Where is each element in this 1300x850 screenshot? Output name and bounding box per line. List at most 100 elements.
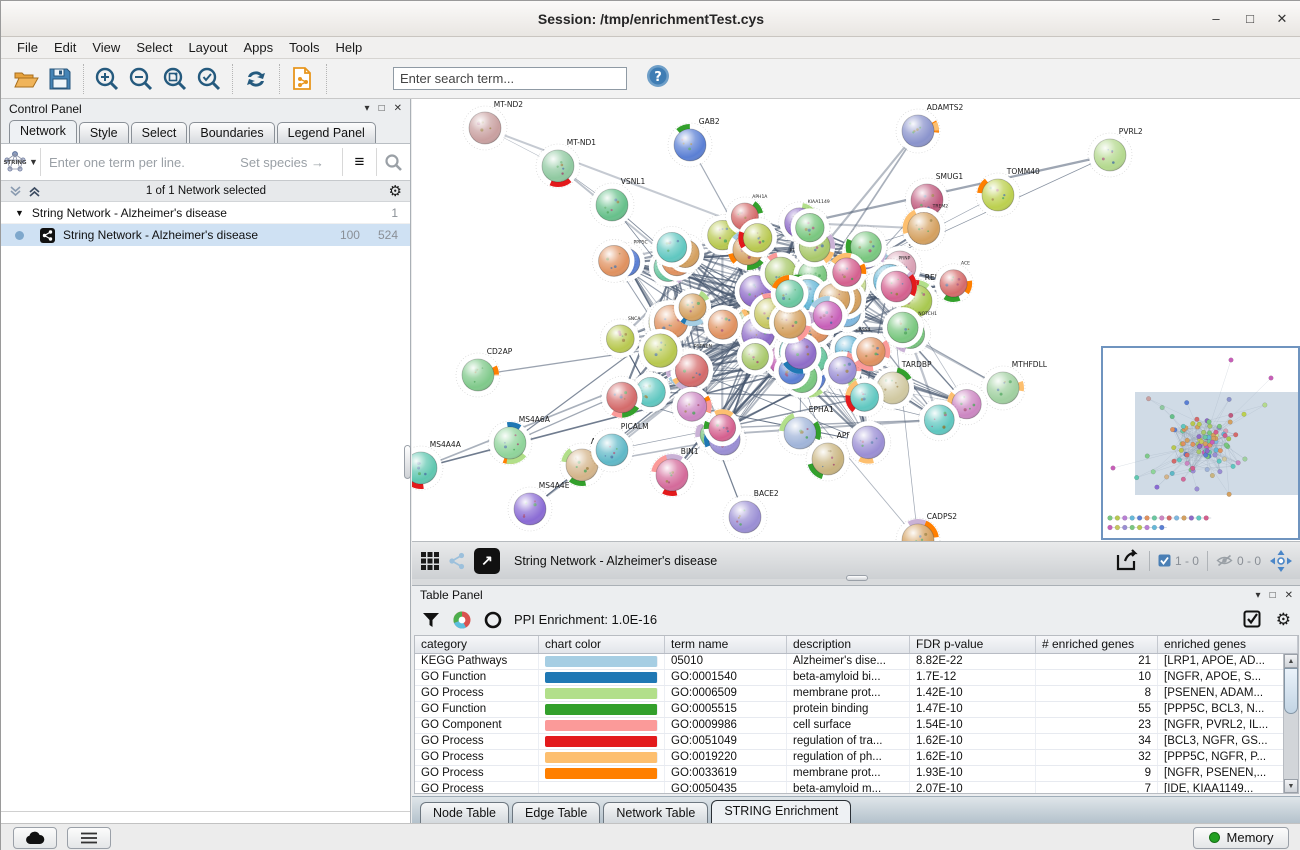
open-session-button[interactable] — [9, 63, 43, 95]
memory-button[interactable]: Memory — [1193, 827, 1289, 849]
protein-node[interactable]: VSNL1 — [590, 177, 645, 227]
tab-string-enrichment[interactable]: STRING Enrichment — [711, 800, 851, 823]
protein-node[interactable]: MS4A4A — [412, 440, 462, 490]
select-rows-icon[interactable] — [1243, 610, 1262, 629]
table-row[interactable]: GO ProcessGO:0050435beta-amyloid m...2.0… — [415, 782, 1298, 793]
close-button[interactable]: ✕ — [1271, 9, 1293, 29]
protein-node[interactable] — [918, 399, 960, 441]
query-options-button[interactable]: ≡ — [342, 148, 376, 176]
panel-close-icon[interactable]: ✕ — [394, 103, 402, 114]
protein-node[interactable]: PICALM — [590, 422, 649, 472]
zoom-in-button[interactable] — [90, 63, 124, 95]
pie-chart-icon[interactable] — [452, 610, 472, 630]
birdseye-overview[interactable] — [1101, 346, 1300, 540]
ring-chart-icon[interactable] — [484, 611, 502, 629]
tab-style[interactable]: Style — [79, 122, 129, 143]
protein-node[interactable]: MT-ND2 — [463, 100, 523, 150]
zoom-fit-button[interactable] — [158, 63, 192, 95]
panel-float-icon[interactable]: □ — [379, 103, 385, 114]
menu-item-layout[interactable]: Layout — [180, 37, 235, 59]
export-view-icon[interactable] — [1115, 549, 1141, 573]
gear-icon[interactable]: ⚙ — [389, 182, 402, 200]
scrollbar-thumb[interactable] — [1284, 668, 1298, 714]
scroll-down-arrow[interactable]: ▼ — [1284, 779, 1298, 793]
menu-item-view[interactable]: View — [84, 37, 128, 59]
panel-float-icon[interactable]: □ — [1270, 590, 1276, 601]
minimize-button[interactable]: – — [1205, 9, 1227, 29]
export-network-button[interactable] — [286, 63, 320, 95]
tree-expander-icon[interactable]: ▼ — [15, 208, 24, 218]
maximize-button[interactable]: □ — [1239, 9, 1261, 29]
table-row[interactable]: KEGG Pathways05010Alzheimer's dise...8.8… — [415, 654, 1298, 670]
menu-item-tools[interactable]: Tools — [281, 37, 327, 59]
menu-item-file[interactable]: File — [9, 37, 46, 59]
column-header-category[interactable]: category — [415, 636, 539, 653]
protein-node[interactable]: CD2AP — [456, 347, 513, 397]
panel-menu-icon[interactable]: ▾ — [1256, 590, 1261, 601]
vertical-splitter-handle[interactable] — [404, 445, 411, 479]
protein-node[interactable]: BACE2 — [723, 489, 779, 539]
birdseye-toggle-icon[interactable] — [1269, 549, 1293, 573]
tab-boundaries[interactable]: Boundaries — [189, 122, 274, 143]
table-row[interactable]: GO FunctionGO:0005515protein binding1.47… — [415, 702, 1298, 718]
network-collection-row[interactable]: ▼ String Network - Alzheimer's disease 1 — [1, 202, 410, 224]
grid-view-icon[interactable] — [420, 551, 440, 571]
table-row[interactable]: GO ProcessGO:0051049regulation of tra...… — [415, 734, 1298, 750]
menu-item-help[interactable]: Help — [328, 37, 371, 59]
protein-node[interactable]: CADPS2 — [896, 512, 957, 541]
column-header-FDR-p-value[interactable]: FDR p-value — [910, 636, 1036, 653]
expand-all-icon[interactable] — [28, 185, 41, 198]
protein-node[interactable]: GAB2 — [668, 117, 720, 167]
refresh-button[interactable] — [239, 63, 273, 95]
collapse-all-icon[interactable] — [9, 185, 22, 198]
protein-node[interactable] — [736, 337, 775, 376]
protein-node[interactable]: MT-ND1 — [536, 138, 596, 188]
detach-view-button[interactable]: ↗ — [474, 548, 500, 574]
table-row[interactable]: GO ProcessGO:0006509membrane prot...1.42… — [415, 686, 1298, 702]
tab-network[interactable]: Network — [9, 120, 77, 143]
protein-node[interactable]: ADAMTS2 — [896, 103, 964, 153]
network-row[interactable]: String Network - Alzheimer's disease 100… — [1, 224, 410, 246]
protein-node[interactable]: ACE — [934, 261, 973, 303]
tab-edge-table[interactable]: Edge Table — [512, 802, 600, 823]
protein-node[interactable]: PVRL2 — [1088, 127, 1143, 177]
scroll-up-arrow[interactable]: ▲ — [1284, 654, 1298, 668]
horizontal-splitter-handle[interactable] — [846, 575, 868, 581]
zoom-out-button[interactable] — [124, 63, 158, 95]
search-input[interactable] — [393, 67, 627, 90]
save-session-button[interactable] — [43, 63, 77, 95]
filter-icon[interactable] — [422, 611, 440, 629]
zoom-selected-button[interactable] — [192, 63, 226, 95]
table-vertical-scrollbar[interactable]: ▲ ▼ — [1283, 654, 1298, 793]
column-header-description[interactable]: description — [787, 636, 910, 653]
panel-close-icon[interactable]: ✕ — [1285, 590, 1293, 601]
column-header-chart-color[interactable]: chart color — [539, 636, 665, 653]
gear-icon[interactable]: ⚙ — [1276, 610, 1291, 630]
protein-node[interactable] — [846, 420, 891, 465]
tab-node-table[interactable]: Node Table — [420, 802, 509, 823]
protein-node[interactable]: MS4A4E — [508, 481, 570, 531]
menu-item-apps[interactable]: Apps — [236, 37, 282, 59]
column-header-enriched-genes[interactable]: enriched genes — [1158, 636, 1298, 653]
help-button[interactable]: ? — [645, 63, 671, 94]
menu-item-edit[interactable]: Edit — [46, 37, 84, 59]
protein-node[interactable]: BIN1 — [650, 447, 699, 497]
tab-select[interactable]: Select — [131, 122, 188, 143]
string-protein-query-dropdown[interactable]: STRING ▼ — [1, 148, 41, 176]
set-species-label[interactable]: Set species → — [240, 155, 334, 170]
task-history-button[interactable] — [67, 827, 111, 849]
column-header-term-name[interactable]: term name — [665, 636, 787, 653]
query-search-button[interactable] — [376, 148, 410, 176]
protein-node[interactable]: MTHFDLL — [981, 360, 1048, 410]
tab-legend-panel[interactable]: Legend Panel — [277, 122, 376, 143]
share-view-icon[interactable] — [448, 552, 466, 570]
column-header--enriched-genes[interactable]: # enriched genes — [1036, 636, 1158, 653]
protein-node[interactable]: MS4A6A — [488, 415, 551, 465]
table-row[interactable]: GO ProcessGO:0033619membrane prot...1.93… — [415, 766, 1298, 782]
term-input[interactable]: Enter one term per line. Set species → — [41, 155, 342, 170]
table-row[interactable]: GO ProcessGO:0019220regulation of ph...1… — [415, 750, 1298, 766]
table-row[interactable]: GO FunctionGO:0001540beta-amyloid bi...1… — [415, 670, 1298, 686]
menu-item-select[interactable]: Select — [128, 37, 180, 59]
table-row[interactable]: GO ComponentGO:0009986cell surface1.54E-… — [415, 718, 1298, 734]
cloud-tasks-button[interactable] — [13, 827, 57, 849]
